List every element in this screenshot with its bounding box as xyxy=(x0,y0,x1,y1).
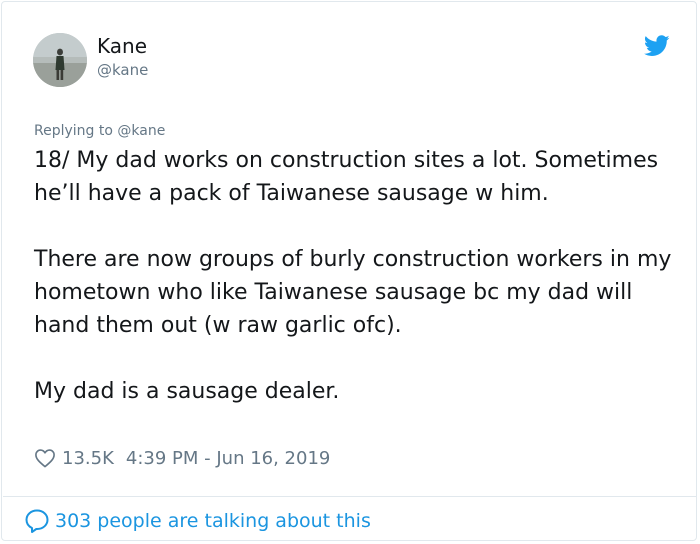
like-count[interactable]: 13.5K xyxy=(62,448,114,469)
conversation-label[interactable]: 303 people are talking about this xyxy=(55,510,371,532)
user-handle[interactable]: @kane xyxy=(97,60,148,80)
tweet-text: 18/ My dad works on construction sites a… xyxy=(34,144,674,408)
conversation-link[interactable]: 303 people are talking about this xyxy=(24,507,371,535)
heart-icon[interactable] xyxy=(34,448,56,468)
twitter-bird-icon[interactable] xyxy=(644,35,670,57)
tweet-paragraph: There are now groups of burly constructi… xyxy=(34,247,672,338)
replying-to[interactable]: Replying to @kane xyxy=(34,121,165,141)
tweet-paragraph: My dad is a sausage dealer. xyxy=(34,379,340,404)
tweet-meta: 13.5K 4:39 PM - Jun 16, 2019 xyxy=(34,445,330,471)
tweet-card: Kane @kane Replying to @kane 18/ My dad … xyxy=(1,1,697,541)
avatar-image xyxy=(33,33,87,87)
user-name[interactable]: Kane xyxy=(97,34,147,58)
tweet-paragraph: 18/ My dad works on construction sites a… xyxy=(34,148,659,206)
speech-bubble-icon xyxy=(25,509,49,533)
avatar[interactable] xyxy=(33,33,87,87)
timestamp[interactable]: 4:39 PM - Jun 16, 2019 xyxy=(126,448,330,469)
divider xyxy=(3,496,697,497)
